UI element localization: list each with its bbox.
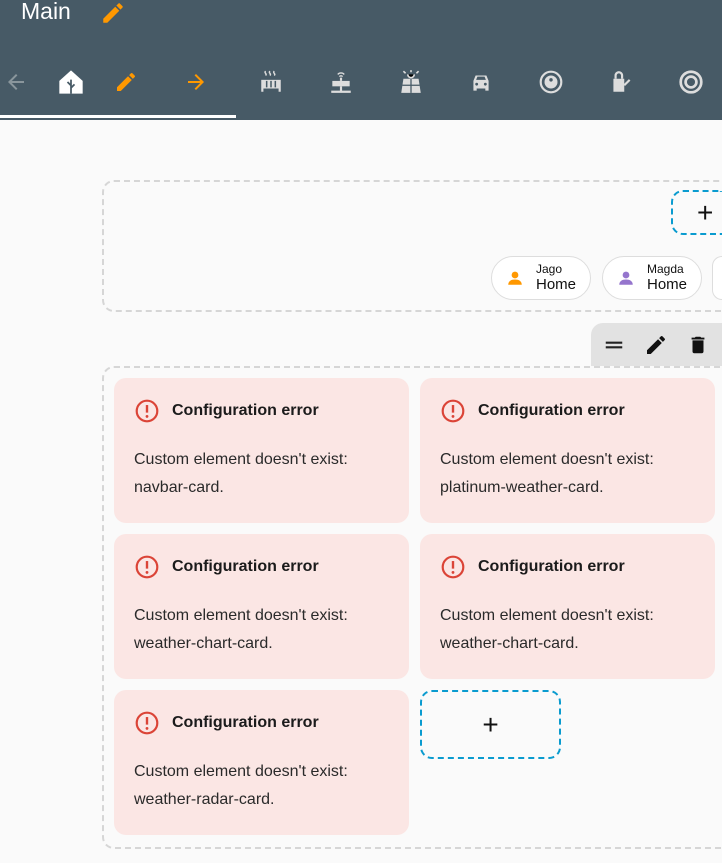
error-title: Configuration error — [172, 558, 319, 575]
back-arrow-icon[interactable] — [2, 68, 30, 96]
error-message: Custom element doesn't exist: weather-ra… — [134, 763, 348, 808]
solar-panel-icon[interactable] — [397, 68, 425, 96]
error-title: Configuration error — [478, 558, 625, 575]
watering-can-icon[interactable] — [607, 68, 635, 96]
add-card-button[interactable]: + — [420, 690, 561, 759]
error-title: Configuration error — [172, 714, 319, 731]
person-icon — [508, 271, 522, 285]
error-card[interactable]: Configuration error Custom element doesn'… — [420, 534, 715, 679]
washing-machine-icon[interactable] — [677, 68, 705, 96]
forward-arrow-icon[interactable] — [182, 68, 210, 96]
robot-vacuum-icon[interactable] — [537, 68, 565, 96]
error-title: Configuration error — [172, 402, 319, 419]
section-edit-toolbar — [591, 323, 722, 366]
error-message: Custom element doesn't exist: weather-ch… — [134, 607, 348, 652]
edit-title-icon[interactable] — [100, 0, 126, 31]
error-card[interactable]: Configuration error Custom element doesn'… — [114, 534, 409, 679]
alert-circle-icon — [135, 711, 159, 735]
error-card[interactable]: Configuration error Custom element doesn'… — [114, 690, 409, 835]
badge-name: Jago — [536, 262, 563, 276]
person-badge-partial[interactable] — [712, 256, 722, 300]
badge-state: Home — [536, 276, 577, 293]
error-title: Configuration error — [478, 402, 625, 419]
alert-circle-icon — [135, 555, 159, 579]
router-icon[interactable] — [327, 68, 355, 96]
car-icon[interactable] — [467, 68, 495, 96]
home-assistant-icon[interactable] — [57, 68, 85, 96]
alert-circle-icon — [135, 399, 159, 423]
error-card[interactable]: Configuration error Custom element doesn'… — [114, 378, 409, 523]
person-badge-magda[interactable]: Magda Home — [602, 256, 702, 300]
error-message: Custom element doesn't exist: platinum-w… — [440, 451, 654, 496]
edit-view-icon[interactable] — [112, 68, 140, 96]
alert-circle-icon — [441, 555, 465, 579]
badge-name: Magda — [647, 262, 684, 276]
error-message: Custom element doesn't exist: navbar-car… — [134, 451, 348, 496]
app-header: Main — [0, 0, 722, 120]
dashboard-title: Main — [21, 0, 71, 24]
person-icon — [619, 271, 633, 285]
delete-section-icon[interactable] — [681, 328, 715, 362]
plus-icon: + — [697, 196, 714, 228]
person-badge-jago[interactable]: Jago Home — [491, 256, 591, 300]
radiator-icon[interactable] — [257, 68, 285, 96]
plus-icon: + — [482, 708, 499, 740]
edit-section-icon[interactable] — [639, 328, 673, 362]
error-card[interactable]: Configuration error Custom element doesn'… — [420, 378, 715, 523]
alert-circle-icon — [441, 399, 465, 423]
error-message: Custom element doesn't exist: weather-ch… — [440, 607, 654, 652]
drag-handle-icon[interactable] — [597, 328, 631, 362]
active-tab-indicator — [0, 115, 236, 118]
badge-state: Home — [647, 276, 688, 293]
add-badge-button[interactable]: + — [671, 190, 722, 235]
